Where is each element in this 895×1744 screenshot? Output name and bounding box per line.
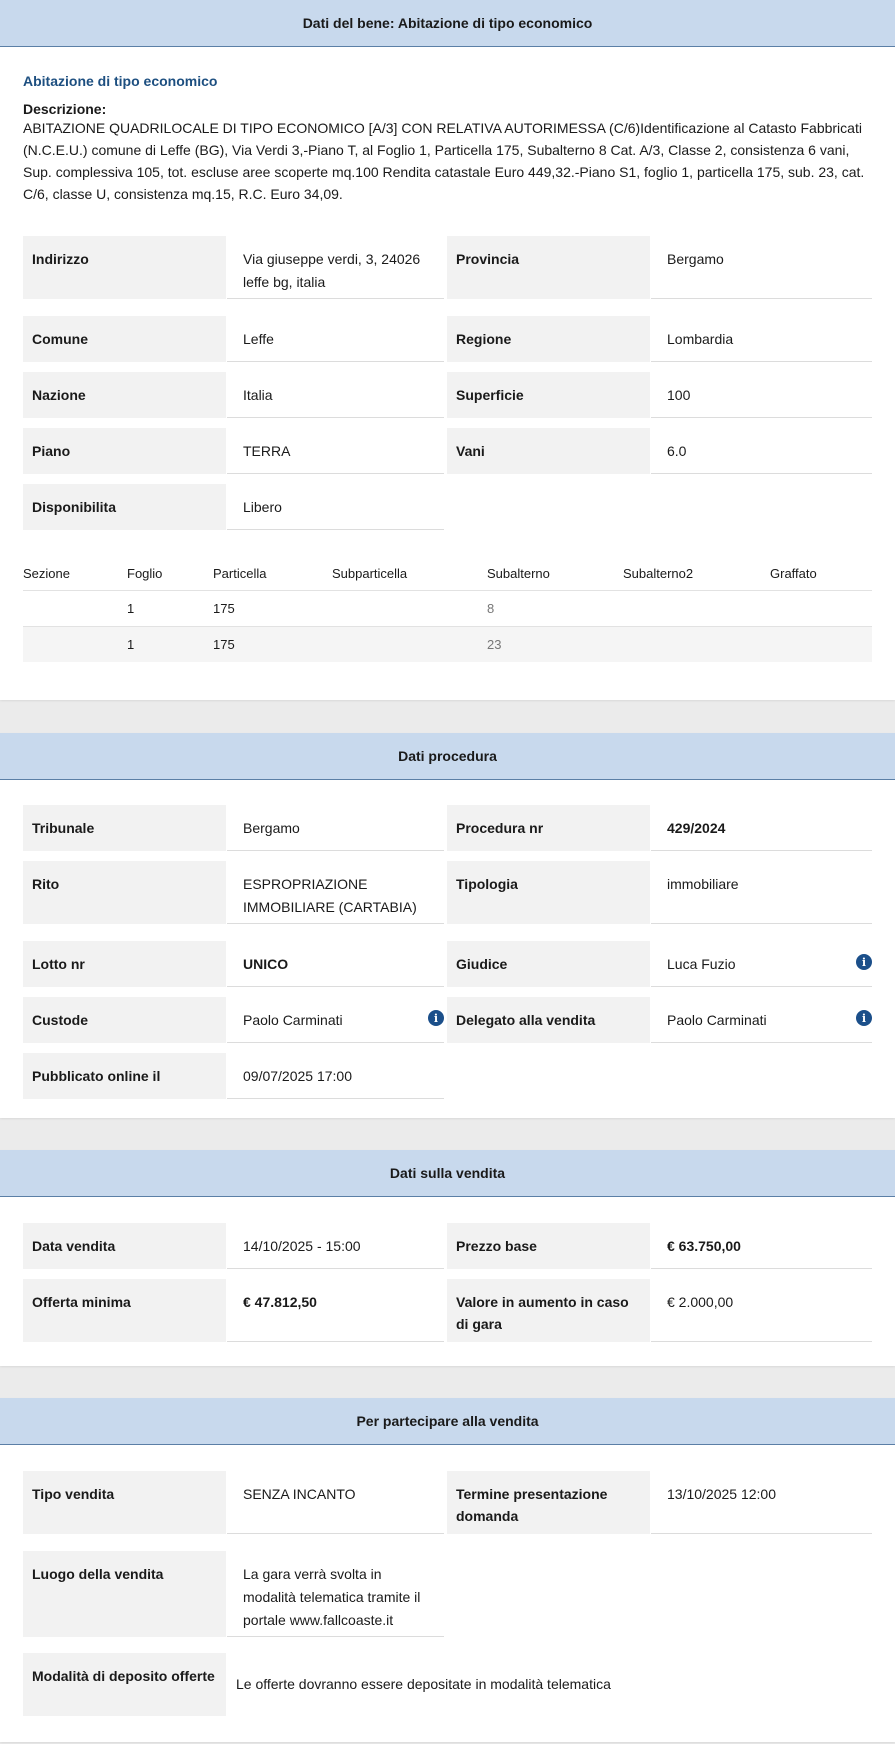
col-subparticella: Subparticella: [332, 565, 408, 581]
table-row: 1 175 8: [23, 590, 872, 627]
value-indirizzo: Via giuseppe verdi, 3, 24026 leffe bg, i…: [227, 236, 444, 299]
cell-foglio: 1: [127, 626, 213, 662]
col-subalterno: Subalterno: [487, 565, 550, 581]
col-particella: Particella: [213, 565, 267, 581]
value-vani: 6.0: [651, 428, 872, 474]
col-foglio: Foglio: [127, 565, 163, 581]
card-dati-procedura: Dati procedura Tribunale Bergamo Procedu…: [0, 733, 895, 1118]
label-modalita-deposito: Modalità di deposito offerte: [23, 1653, 226, 1716]
label-vani: Vani: [447, 428, 650, 474]
value-modalita-deposito: Le offerte dovranno essere depositate in…: [227, 1653, 872, 1716]
value-luogo-vendita: La gara verrà svolta in modalità telemat…: [227, 1551, 444, 1637]
label-giudice: Giudice: [447, 941, 650, 987]
card-header-partecipare: Per partecipare alla vendita: [0, 1398, 895, 1445]
label-tipo-vendita: Tipo vendita: [23, 1471, 226, 1534]
label-procedura-nr: Procedura nr: [447, 805, 650, 851]
card-partecipare: Per partecipare alla vendita Tipo vendit…: [0, 1398, 895, 1742]
value-custode: Paolo Carminati i: [227, 997, 444, 1043]
info-icon[interactable]: i: [856, 954, 872, 970]
label-piano: Piano: [23, 428, 226, 474]
label-superficie: Superficie: [447, 372, 650, 418]
cell-graffato: [770, 626, 872, 662]
value-prezzo-base: € 63.750,00: [651, 1223, 872, 1269]
cell-subparticella: [332, 590, 487, 627]
value-provincia: Bergamo: [651, 236, 872, 299]
card-header-dati-vendita: Dati sulla vendita: [0, 1150, 895, 1197]
label-nazione: Nazione: [23, 372, 226, 418]
value-rito: ESPROPRIAZIONE IMMOBILIARE (CARTABIA): [227, 861, 444, 924]
value-superficie: 100: [651, 372, 872, 418]
label-offerta-minima: Offerta minima: [23, 1279, 226, 1342]
label-custode: Custode: [23, 997, 226, 1043]
label-tipologia: Tipologia: [447, 861, 650, 924]
card-header-dati-procedura: Dati procedura: [0, 733, 895, 780]
cell-subalterno: 8: [487, 590, 623, 627]
cell-subalterno2: [623, 590, 770, 627]
label-prezzo-base: Prezzo base: [447, 1223, 650, 1269]
label-luogo-vendita: Luogo della vendita: [23, 1551, 226, 1637]
label-rito: Rito: [23, 861, 226, 924]
value-valore-aumento: € 2.000,00: [651, 1279, 872, 1342]
cell-sezione: [23, 626, 127, 662]
col-subalterno2: Subalterno2: [623, 565, 694, 581]
custode-name: Paolo Carminati: [243, 1012, 343, 1028]
cell-subparticella: [332, 626, 487, 662]
label-data-vendita: Data vendita: [23, 1223, 226, 1269]
value-piano: TERRA: [227, 428, 444, 474]
cell-subalterno2: [623, 626, 770, 662]
label-provincia: Provincia: [447, 236, 650, 299]
catasto-header-row: Sezione Foglio Particella Subparticella …: [23, 556, 872, 591]
label-indirizzo: Indirizzo: [23, 236, 226, 299]
cell-graffato: [770, 590, 872, 627]
value-delegato: Paolo Carminati i: [651, 997, 872, 1043]
card-header-dati-bene: Dati del bene: Abitazione di tipo econom…: [0, 0, 895, 47]
value-nazione: Italia: [227, 372, 444, 418]
card-dati-bene: Dati del bene: Abitazione di tipo econom…: [0, 0, 895, 700]
giudice-name: Luca Fuzio: [667, 956, 736, 972]
delegato-name: Paolo Carminati: [667, 1012, 767, 1028]
label-tribunale: Tribunale: [23, 805, 226, 851]
description-text: ABITAZIONE QUADRILOCALE DI TIPO ECONOMIC…: [23, 120, 865, 202]
label-delegato: Delegato alla vendita: [447, 997, 650, 1043]
label-termine-presentazione: Termine presentazione domanda: [447, 1471, 650, 1534]
value-tipo-vendita: SENZA INCANTO: [227, 1471, 444, 1534]
catasto-table: Sezione Foglio Particella Subparticella …: [23, 556, 872, 662]
cell-particella: 175: [213, 590, 332, 627]
bene-subtitle: Abitazione di tipo economico: [23, 73, 218, 89]
cell-sezione: [23, 590, 127, 627]
value-offerta-minima: € 47.812,50: [227, 1279, 444, 1342]
value-procedura-nr: 429/2024: [651, 805, 872, 851]
value-disponibilita: Libero: [227, 484, 444, 530]
value-lotto-nr: UNICO: [227, 941, 444, 987]
col-sezione: Sezione: [23, 565, 70, 581]
value-tribunale: Bergamo: [227, 805, 444, 851]
col-graffato: Graffato: [770, 565, 817, 581]
label-pubblicato: Pubblicato online il: [23, 1053, 226, 1099]
value-tipologia: immobiliare: [651, 861, 872, 924]
value-termine-presentazione: 13/10/2025 12:00: [651, 1471, 872, 1534]
cell-subalterno: 23: [487, 626, 623, 662]
label-regione: Regione: [447, 316, 650, 362]
value-pubblicato: 09/07/2025 17:00: [227, 1053, 444, 1099]
description-label: Descrizione:: [23, 101, 107, 117]
cell-foglio: 1: [127, 590, 213, 627]
label-comune: Comune: [23, 316, 226, 362]
info-icon[interactable]: i: [856, 1010, 872, 1026]
value-giudice: Luca Fuzio i: [651, 941, 872, 987]
table-row: 1 175 23: [23, 626, 872, 662]
cell-particella: 175: [213, 626, 332, 662]
label-valore-aumento: Valore in aumento in caso di gara: [447, 1279, 650, 1342]
label-lotto-nr: Lotto nr: [23, 941, 226, 987]
card-dati-vendita: Dati sulla vendita Data vendita 14/10/20…: [0, 1150, 895, 1366]
value-data-vendita: 14/10/2025 - 15:00: [227, 1223, 444, 1269]
value-comune: Leffe: [227, 316, 444, 362]
value-regione: Lombardia: [651, 316, 872, 362]
info-icon[interactable]: i: [428, 1010, 444, 1026]
label-disponibilita: Disponibilita: [23, 484, 226, 530]
